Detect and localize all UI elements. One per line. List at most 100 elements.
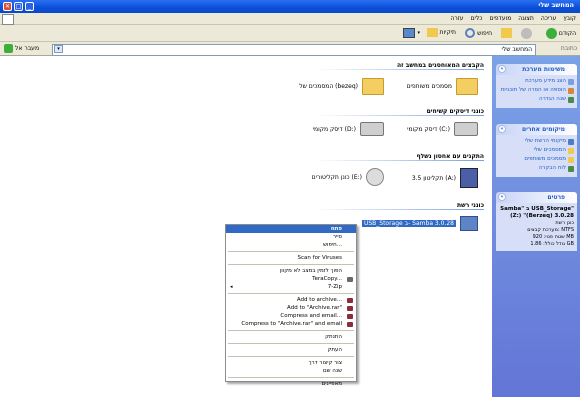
details-line: גודל כולל: 1.86 GB — [530, 241, 574, 247]
winrar-icon — [347, 305, 353, 311]
views-icon — [403, 28, 416, 38]
search-button[interactable]: חיפוש — [465, 28, 492, 38]
menu-item-add-archive[interactable]: Add to archive... — [226, 296, 356, 304]
disk-d-item[interactable]: דיסק מקומי (D:) — [313, 122, 384, 136]
winrar-icon — [347, 313, 353, 319]
toolbar: הקודם חיפוש תיקיות ▾ — [0, 25, 580, 42]
menu-separator — [228, 356, 354, 357]
winrar-icon — [347, 321, 353, 327]
submenu-arrow-icon: ◂ — [230, 284, 233, 290]
group-title-network: כונני רשת — [456, 202, 484, 209]
collapse-icon[interactable]: « — [498, 125, 506, 133]
details-line: כונן רשת — [555, 220, 574, 226]
menu-item-scan-viruses[interactable]: Scan for Viruses — [226, 254, 356, 262]
menu-view[interactable]: תצוגה — [518, 15, 534, 22]
teracopy-icon — [347, 276, 353, 282]
menu-item-properties[interactable]: מאפיינים — [226, 380, 356, 388]
hard-drive-icon — [360, 122, 384, 136]
folders-button[interactable]: תיקיות — [426, 28, 456, 37]
control-panel-icon — [568, 96, 574, 103]
menu-separator — [228, 343, 354, 344]
network-icon — [568, 138, 574, 145]
details-panel: «פרטים Samba" ב USB_Storage" (Z:) "(Berz… — [496, 192, 577, 251]
cd-icon — [366, 168, 384, 186]
change-setting-link[interactable]: שנה הגדרה — [499, 96, 574, 103]
my-documents-link[interactable]: המסמכים שלי — [499, 147, 574, 154]
info-icon — [568, 78, 574, 85]
folder-icon — [362, 78, 384, 95]
network-places-link[interactable]: מיקומי הרשת שלי — [499, 138, 574, 145]
menu-item-offline[interactable]: הפוך לזמין במצב לא מקוון — [226, 267, 356, 275]
menu-item-disconnect[interactable]: התנתק — [226, 333, 356, 341]
group-title-files: הקבצים המאוחסנים במחשב זה — [397, 62, 484, 69]
network-drive-icon — [460, 216, 478, 231]
task-pane: «משימות מערכת הצג מידע מערכת הוספה או הס… — [492, 56, 580, 397]
group-title-removable: התקנים עם אחסון נשלף — [416, 153, 484, 160]
disk-c-item[interactable]: דיסק מקומי (C:) — [407, 122, 478, 136]
menu-item-compress-rar-email[interactable]: Compress to "Archive.rar" and email — [226, 320, 356, 328]
floppy-icon — [460, 168, 478, 188]
menu-item-copy[interactable]: העתק — [226, 346, 356, 354]
my-documents-item[interactable]: המסמכים של (bezeq) — [299, 78, 384, 95]
up-folder-icon — [501, 28, 512, 38]
views-button[interactable]: ▾ — [403, 28, 420, 38]
menu-item-create-shortcut[interactable]: צור קיצור דרך — [226, 359, 356, 367]
go-button[interactable]: מעבר אל — [4, 44, 39, 53]
menu-item-7zip[interactable]: ◂ 7-Zip — [226, 283, 356, 291]
collapse-icon[interactable]: « — [498, 65, 506, 73]
window-title: המחשב שלי — [538, 1, 574, 9]
address-label: כתובת — [560, 45, 577, 52]
menu-item-explore[interactable]: סייר — [226, 233, 356, 241]
network-drive-item[interactable]: USB_Storage ב- Samba 3.0.28 — [361, 216, 478, 231]
menu-separator — [228, 377, 354, 378]
shared-documents-link[interactable]: מסמכים משותפים — [499, 156, 574, 163]
add-remove-programs-link[interactable]: הוספה או הסרה של תוכניות — [499, 87, 574, 94]
close-button[interactable]: ✕ — [3, 2, 12, 11]
address-value: המחשב שלי — [501, 46, 532, 53]
menu-item-rename[interactable]: שנה שם — [226, 367, 356, 375]
go-arrow-icon — [4, 44, 13, 53]
menu-bar: קובץ עריכה תצוגה מועדפים כלים עזרה — [0, 13, 580, 25]
back-arrow-icon — [545, 28, 557, 39]
back-button[interactable]: הקודם — [545, 28, 576, 39]
folder-icon — [456, 78, 478, 95]
menu-item-open[interactable]: פתח — [226, 225, 356, 233]
cd-drive-item[interactable]: כונן תקליטורים (E:) — [312, 168, 384, 186]
other-places-panel: «מיקומים אחרים מיקומי הרשת שלי המסמכים ש… — [496, 124, 577, 177]
folder-icon — [568, 156, 574, 163]
programs-icon — [568, 87, 574, 94]
menu-file[interactable]: קובץ — [563, 15, 576, 22]
minimize-button[interactable]: _ — [25, 2, 34, 11]
group-title-hdd: כונני דיסקים קשיחים — [426, 108, 484, 115]
menu-item-compress-email[interactable]: Compress and email... — [226, 312, 356, 320]
address-dropdown-icon[interactable]: ▾ — [54, 45, 63, 53]
menu-item-teracopy[interactable]: TeraCopy... — [226, 275, 356, 283]
control-panel-link[interactable]: לוח הבקרה — [499, 165, 574, 172]
menu-edit[interactable]: עריכה — [541, 15, 557, 22]
details-line: שטח פנוי: 920 MB — [532, 234, 574, 240]
address-input[interactable]: המחשב שלי ▾ — [52, 44, 536, 56]
menu-help[interactable]: עזרה — [450, 15, 463, 22]
context-menu: פתח סייר חיפוש... Scan for Viruses הפוך … — [225, 224, 357, 387]
forward-button[interactable] — [521, 28, 532, 39]
search-icon — [465, 28, 476, 38]
menu-separator — [228, 293, 354, 294]
windows-logo-icon — [2, 14, 14, 25]
view-system-info-link[interactable]: הצג מידע מערכת — [499, 78, 574, 85]
maximize-button[interactable]: □ — [14, 2, 23, 11]
system-tasks-panel: «משימות מערכת הצג מידע מערכת הוספה או הס… — [496, 64, 577, 108]
floppy-item[interactable]: תקליטון 3.5 (A:) — [412, 168, 478, 188]
winrar-icon — [347, 297, 353, 303]
folders-icon — [426, 28, 438, 37]
menu-tools[interactable]: כלים — [471, 15, 483, 22]
up-folder-button[interactable] — [501, 28, 512, 38]
menu-favorites[interactable]: מועדפים — [489, 15, 511, 22]
menu-item-search[interactable]: חיפוש... — [226, 241, 356, 249]
control-panel-icon — [568, 165, 574, 172]
chevron-down-icon: ▾ — [417, 30, 420, 36]
shared-documents-item[interactable]: מסמכים משותפים — [407, 78, 478, 95]
forward-arrow-icon — [521, 28, 532, 39]
collapse-icon[interactable]: « — [498, 193, 506, 201]
details-line: מערכת קבצים: NTFS — [527, 227, 574, 233]
menu-item-add-archive-rar[interactable]: Add to "Archive.rar" — [226, 304, 356, 312]
